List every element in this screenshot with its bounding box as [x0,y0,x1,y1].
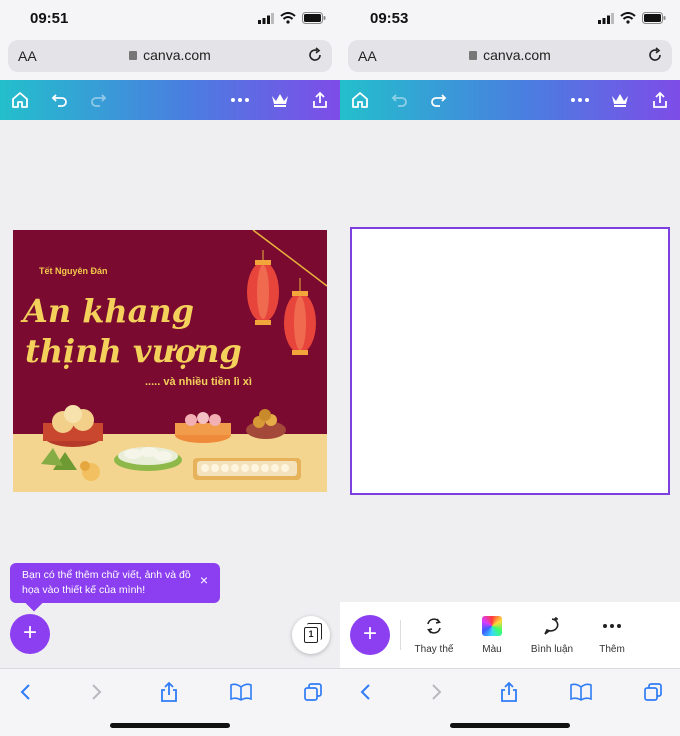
close-icon[interactable]: × [200,573,208,588]
canva-top-bar [340,80,680,120]
more-dots-icon[interactable] [568,88,592,112]
book-icon[interactable] [566,679,596,705]
chevron-left-icon[interactable] [350,679,380,705]
pages-button[interactable]: 1 [292,616,330,654]
battery-icon [642,12,666,24]
redo-icon[interactable] [426,88,450,112]
battery-icon [302,12,326,24]
poster-tagline[interactable]: ..... và nhiều tiền lì xì [145,376,252,388]
address-field[interactable]: AA canva.com [8,40,332,72]
status-time: 09:53 [370,10,409,27]
share-icon[interactable] [494,679,524,705]
screenshot-root: 09:51 AA canva.com Tết Nguyên Đán An kha… [0,0,680,736]
poster-title-line2[interactable]: thịnh vượng [25,332,242,370]
lock-icon [129,51,138,60]
redo-icon[interactable] [86,88,110,112]
selected-blank-page[interactable] [350,227,670,495]
status-bar: 09:53 [340,0,680,38]
home-indicator [450,723,570,728]
comment-icon [544,617,559,635]
toolbar-divider [400,620,401,650]
replace-label: Thay thế [414,644,454,655]
add-elements-tooltip: Bạn có thể thêm chữ viết, ảnh và đồ họa … [10,563,220,612]
left-phone-screen: 09:51 AA canva.com Tết Nguyên Đán An kha… [0,0,340,736]
reload-icon[interactable] [646,46,664,64]
address-field[interactable]: AA canva.com [348,40,672,72]
share-icon[interactable] [154,679,184,705]
reload-icon[interactable] [306,46,324,64]
comment-label: Bình luận [530,644,574,655]
more-dots-icon[interactable] [228,88,252,112]
tabs-icon[interactable] [638,679,668,705]
status-bar: 09:51 [0,0,340,38]
signal-icon [598,12,614,24]
wifi-icon [280,12,296,24]
add-button[interactable]: + [10,614,50,654]
more-label: Thêm [599,644,625,655]
tabs-icon[interactable] [298,679,328,705]
add-button[interactable]: + [350,615,390,655]
undo-icon[interactable] [388,88,412,112]
crown-icon[interactable] [268,88,292,112]
replace-tool[interactable]: Thay thế [404,614,464,655]
browser-url-bar: AA canva.com [0,38,340,80]
replace-icon [427,618,441,634]
color-tool[interactable]: Màu [462,614,522,655]
url-text: canva.com [483,47,551,63]
home-icon[interactable] [348,88,372,112]
chevron-right-icon[interactable] [422,679,452,705]
right-phone-screen: 09:53 AA canva.com + Thay thế Màu Bình l… [340,0,680,736]
status-icons [258,12,326,24]
url-text: canva.com [143,47,211,63]
page-count: 1 [304,623,322,643]
book-icon[interactable] [226,679,256,705]
poster-subtitle[interactable]: Tết Nguyên Đán [39,266,108,276]
wifi-icon [620,12,636,24]
url-display[interactable]: canva.com [8,47,332,63]
url-display[interactable]: canva.com [348,47,672,63]
share-icon[interactable] [308,88,332,112]
home-indicator [110,723,230,728]
tooltip-arrow [25,594,43,612]
design-canvas[interactable]: Tết Nguyên Đán An khang thịnh vượng ....… [13,230,327,492]
status-icons [598,12,666,24]
undo-icon[interactable] [48,88,72,112]
element-toolbar: + Thay thế Màu Bình luận Thêm [340,602,680,668]
share-icon[interactable] [648,88,672,112]
crown-icon[interactable] [608,88,632,112]
tooltip-text: Bạn có thể thêm chữ viết, ảnh và đồ họa … [22,569,191,596]
browser-url-bar: AA canva.com [340,38,680,80]
more-tool[interactable]: Thêm [582,614,642,655]
lock-icon [469,51,478,60]
more-dots-icon [603,624,621,628]
home-icon[interactable] [8,88,32,112]
color-swatch-icon [482,616,502,636]
status-time: 09:51 [30,10,69,27]
signal-icon [258,12,274,24]
color-label: Màu [482,644,502,655]
comment-tool[interactable]: Bình luận [522,614,582,655]
canva-top-bar [0,80,340,120]
chevron-right-icon[interactable] [82,679,112,705]
chevron-left-icon[interactable] [10,679,40,705]
poster-title-line1[interactable]: An khang [23,292,194,330]
